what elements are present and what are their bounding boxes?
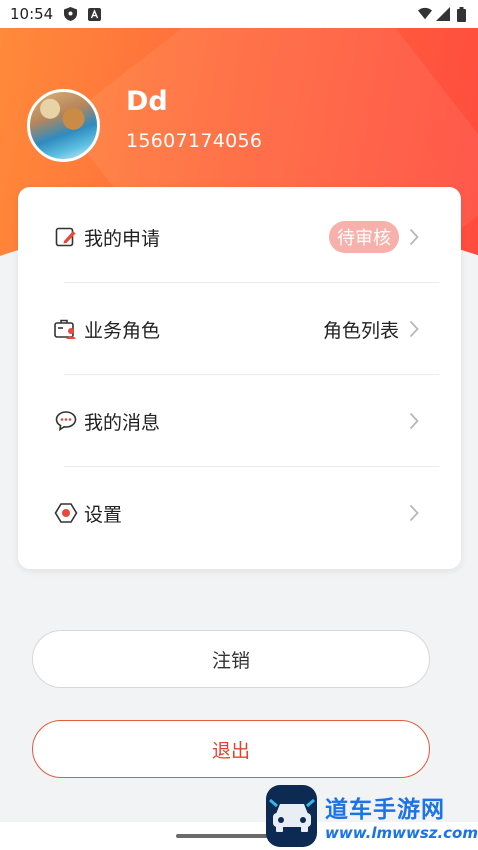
watermark: 道车手游网 www.lmwwsz.com <box>266 784 478 848</box>
signal-icon <box>436 7 450 21</box>
battery-icon <box>454 6 468 22</box>
wifi-icon <box>418 7 432 21</box>
chat-bubble-icon <box>54 409 78 433</box>
phone-number: 15607174056 <box>126 130 263 152</box>
settings-hex-icon <box>54 501 78 525</box>
a-app-icon <box>87 7 101 21</box>
menu-item-label: 业务角色 <box>84 319 161 342</box>
status-badge: 待审核 <box>329 221 399 253</box>
menu-item-business-roles[interactable]: 业务角色 角色列表 <box>18 283 461 375</box>
menu-item-my-messages[interactable]: 我的消息 <box>18 375 461 467</box>
deactivate-account-button[interactable]: 注销 <box>32 630 430 688</box>
menu-item-label: 我的申请 <box>84 227 161 250</box>
menu-item-label: 我的消息 <box>84 411 161 434</box>
watermark-logo-icon <box>266 785 318 847</box>
username: Dd <box>126 86 168 117</box>
chevron-right-icon <box>407 502 421 524</box>
status-bar: 10:54 <box>0 0 478 28</box>
chevron-right-icon <box>407 410 421 432</box>
watermark-title: 道车手游网 <box>325 797 446 823</box>
menu-item-settings[interactable]: 设置 <box>18 467 461 559</box>
shield-icon <box>63 7 77 21</box>
chevron-right-icon <box>407 226 421 248</box>
chevron-right-icon <box>407 318 421 340</box>
watermark-url: www.lmwwsz.com <box>325 824 478 842</box>
avatar[interactable] <box>27 89 100 162</box>
clock: 10:54 <box>10 5 54 23</box>
briefcase-user-icon <box>54 317 78 341</box>
edit-note-icon <box>54 225 78 249</box>
role-list-value: 角色列表 <box>322 319 399 342</box>
logout-button[interactable]: 退出 <box>32 720 430 778</box>
menu-item-label: 设置 <box>84 503 123 526</box>
menu-item-my-applications[interactable]: 我的申请 待审核 <box>18 191 461 283</box>
menu-card: 我的申请 待审核 业务角色 角色列表 我的消息 设置 <box>18 187 461 569</box>
